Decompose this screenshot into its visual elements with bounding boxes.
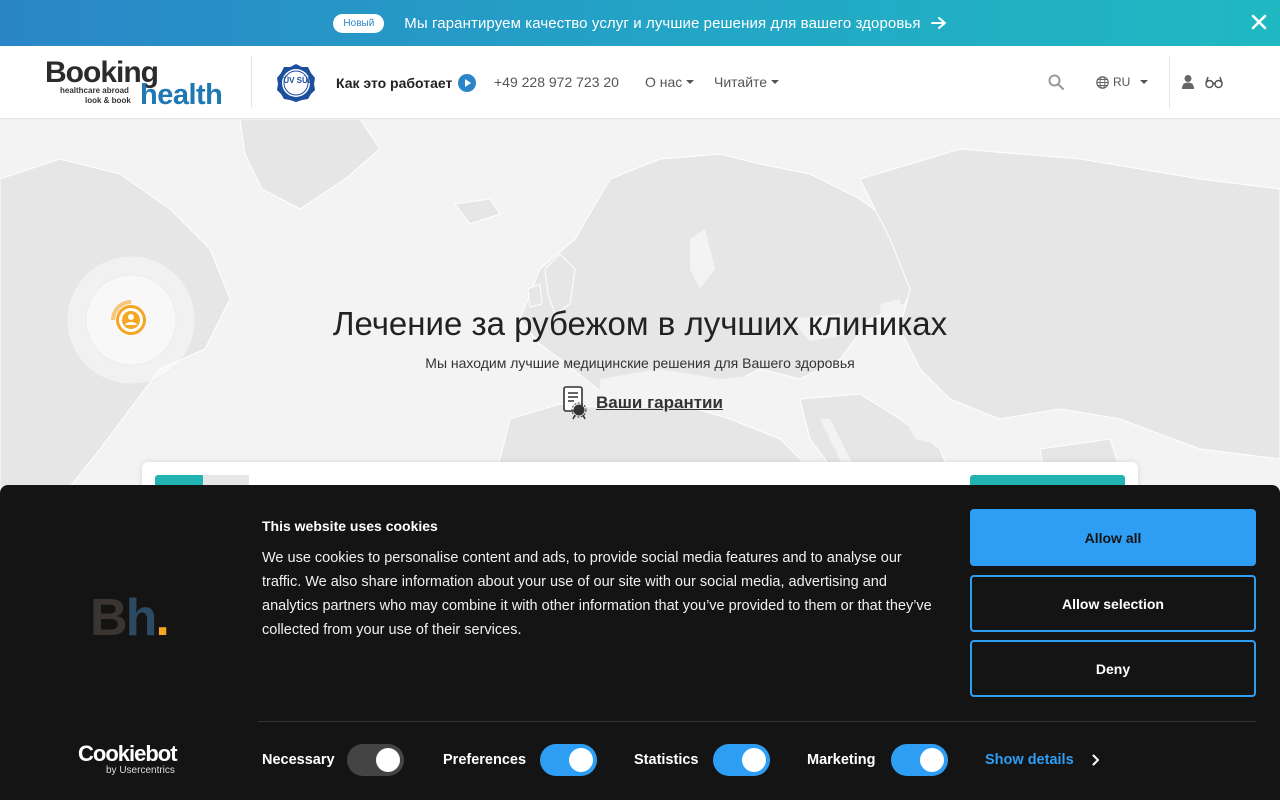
deny-button[interactable]: Deny: [970, 640, 1256, 697]
chevron-right-icon: [1092, 754, 1099, 766]
show-details-link[interactable]: Show details: [985, 752, 1100, 768]
necessary-toggle[interactable]: [347, 744, 404, 776]
allow-selection-button[interactable]: Allow selection: [970, 575, 1256, 632]
search-icon[interactable]: [1048, 74, 1064, 90]
hero-subtitle: Мы находим лучшие медицинские решения дл…: [425, 355, 855, 371]
toggle-knob: [376, 748, 400, 772]
cookiebot-byline: by Usercentrics: [106, 765, 175, 776]
statistics-toggle[interactable]: [713, 744, 770, 776]
bh-logo: Bh.: [90, 588, 170, 648]
guarantee-link-text: Ваши гарантии: [596, 393, 723, 412]
tuv-certificate-icon[interactable]: TÜV SÜD: [276, 63, 316, 103]
close-icon[interactable]: [1250, 13, 1268, 31]
globe-icon: [1096, 75, 1109, 89]
bh-logo-dot: .: [155, 589, 170, 647]
glasses-icon[interactable]: [1205, 75, 1223, 89]
booking-health-logo[interactable]: Booking healthcare abroad look & book he…: [45, 56, 225, 112]
cookie-consent-banner: Bh. This website uses cookies We use coo…: [0, 485, 1280, 800]
chevron-down-icon: [1140, 80, 1149, 84]
language-label: RU: [1113, 75, 1131, 89]
chevron-down-icon: [686, 80, 695, 84]
certificate-icon: [563, 386, 587, 420]
phone-number: +49 228 972 723 20: [494, 74, 619, 90]
cookiebot-logo[interactable]: Cookiebot by Usercentrics: [78, 741, 178, 776]
preferences-label: Preferences: [443, 752, 527, 768]
language-selector[interactable]: RU: [1096, 75, 1149, 89]
marketing-label: Marketing: [807, 752, 876, 768]
bh-logo-b: B: [90, 589, 128, 647]
guarantee-link[interactable]: Ваши гарантии: [562, 386, 723, 420]
nav-read[interactable]: Читайте: [714, 74, 780, 90]
nav-how-label: Как это работает: [336, 75, 453, 91]
nav-phone[interactable]: +49 228 972 723 20: [494, 74, 619, 90]
nav-how-it-works[interactable]: Как это работает: [336, 74, 477, 92]
arrow-right-icon[interactable]: [930, 16, 947, 30]
header-divider: [1169, 56, 1170, 108]
logo-word-health: health: [140, 79, 223, 111]
tuv-label: TÜV SÜD: [278, 76, 313, 85]
promo-bar[interactable]: Новый Мы гарантируем качество услуг и лу…: [0, 0, 1280, 46]
search-tab-active[interactable]: [155, 475, 203, 485]
header-divider: [251, 56, 252, 108]
cookie-title: This website uses cookies: [262, 518, 438, 534]
logo-tagline-1: healthcare abroad: [60, 86, 129, 95]
allow-all-button[interactable]: Allow all: [970, 509, 1256, 566]
search-submit-button[interactable]: [970, 475, 1125, 485]
cookie-divider: [258, 721, 1256, 722]
necessary-label: Necessary: [262, 752, 335, 768]
toggle-knob: [742, 748, 766, 772]
new-badge: Новый: [333, 13, 385, 33]
chevron-down-icon: [771, 80, 780, 84]
statistics-label: Statistics: [634, 752, 699, 768]
toggle-knob: [569, 748, 593, 772]
nav-about-label: О нас: [645, 74, 683, 90]
logo-tagline-2: look & book: [85, 96, 131, 105]
nav-about[interactable]: О нас: [645, 74, 695, 90]
cookiebot-brand: Cookiebot: [78, 741, 178, 766]
site-header: Booking healthcare abroad look & book he…: [0, 46, 1280, 119]
preferences-toggle[interactable]: [540, 744, 597, 776]
toggle-knob: [920, 748, 944, 772]
user-icon[interactable]: [1181, 74, 1195, 90]
show-details-label: Show details: [985, 752, 1074, 768]
promo-text[interactable]: Мы гарантируем качество услуг и лучшие р…: [404, 15, 920, 32]
search-tab-inactive[interactable]: [203, 475, 249, 485]
cookie-description: We use cookies to personalise content an…: [262, 550, 932, 638]
nav-read-label: Читайте: [714, 74, 768, 90]
hero-title: Лечение за рубежом в лучших клиниках: [332, 305, 948, 342]
marketing-toggle[interactable]: [891, 744, 948, 776]
bh-logo-h: h: [125, 589, 158, 647]
play-icon: [458, 74, 477, 92]
